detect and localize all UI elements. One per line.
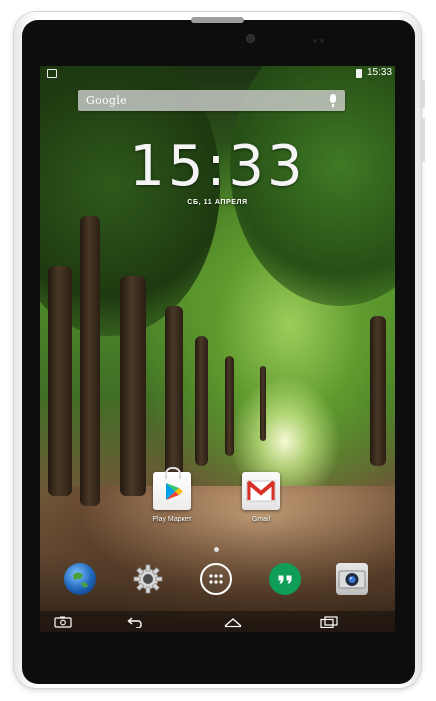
- globe-icon[interactable]: [64, 563, 96, 595]
- home-screen: 15:33 Google 15:33 СБ, 11 АПРЕЛЯ Play Ма…: [40, 66, 395, 632]
- play-store-icon: [153, 467, 191, 510]
- power-button[interactable]: [420, 80, 425, 108]
- app-play-market[interactable]: Play Маркет: [142, 467, 202, 523]
- camera-icon[interactable]: [336, 563, 368, 595]
- page-indicator-dot: [214, 547, 219, 552]
- clock-widget-date: СБ, 11 АПРЕЛЯ: [187, 199, 248, 206]
- app-label: Play Маркет: [152, 516, 192, 523]
- volume-rocker[interactable]: [420, 118, 425, 162]
- wallpaper-tree-trunk: [370, 316, 386, 466]
- wallpaper-tree-trunk: [120, 276, 146, 496]
- status-bar: 15:33: [40, 66, 395, 82]
- wallpaper-tree-trunk: [165, 306, 183, 476]
- app-gmail[interactable]: Gmail: [231, 472, 291, 523]
- navigation-bar: [40, 611, 395, 632]
- wallpaper-tree-trunk: [195, 336, 208, 466]
- app-label: Gmail: [251, 516, 271, 523]
- screenshot-icon[interactable]: [48, 614, 78, 630]
- google-search-bar[interactable]: Google: [78, 90, 345, 111]
- light-sensor: [320, 39, 324, 43]
- battery-icon: [356, 69, 362, 78]
- home-icon[interactable]: [218, 614, 248, 630]
- wallpaper-tree-trunk: [80, 216, 100, 506]
- proximity-sensor: [313, 39, 317, 43]
- search-label: Google: [86, 94, 127, 107]
- wallpaper-tree-trunk: [48, 266, 72, 496]
- earpiece-speaker: [191, 17, 244, 23]
- wallpaper-tree-trunk: [260, 366, 266, 441]
- recents-icon[interactable]: [314, 614, 344, 630]
- gmail-icon: [242, 472, 280, 510]
- clock-widget-time[interactable]: 15:33: [40, 134, 395, 199]
- gear-icon[interactable]: [132, 563, 164, 595]
- app-drawer-icon[interactable]: [200, 563, 232, 595]
- wallpaper-tree-trunk: [225, 356, 234, 456]
- hangouts-icon[interactable]: [269, 563, 301, 595]
- microphone-icon[interactable]: [330, 94, 336, 107]
- status-time: 15:33: [367, 67, 393, 78]
- front-camera: [247, 35, 254, 42]
- image-notification-icon: [47, 69, 57, 78]
- back-icon[interactable]: [121, 614, 151, 630]
